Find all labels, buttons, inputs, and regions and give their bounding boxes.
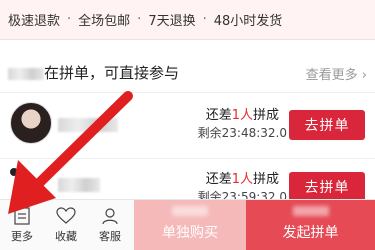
more-label: 更多 [11, 229, 33, 243]
favorite-label: 收藏 [55, 229, 77, 243]
blurred-price [172, 206, 208, 216]
avatar [10, 102, 52, 144]
group-section-title-text: 在拼单，可直接参与 [44, 64, 180, 82]
need-count: 1人 [231, 108, 253, 123]
group-section-header: 在拼单，可直接参与 查看更多 › [0, 54, 375, 90]
remaining-time: 23:48:32.0 [221, 126, 287, 140]
blurred-price [292, 206, 329, 216]
avatar [10, 168, 18, 176]
solo-buy-button[interactable]: 单独购买 [134, 200, 246, 250]
need-prefix: 还差 [205, 108, 232, 123]
promo-separator: · [202, 12, 207, 27]
remaining-label: 剩余 [197, 126, 222, 140]
service-label: 客服 [99, 229, 121, 243]
blurred-count [8, 67, 44, 80]
see-more-link[interactable]: 查看更多 › [306, 64, 367, 83]
promo-separator: · [67, 12, 72, 27]
promo-bar: 极速退款 · 全场包邮 · 7天退换 · 48小时发货 [0, 0, 375, 40]
blurred-username [58, 178, 100, 192]
service-tab[interactable]: 客服 [88, 200, 132, 250]
join-group-button[interactable]: 去拼单 [289, 172, 365, 202]
group-need-text: 还差1人拼成 [206, 104, 279, 123]
group-need-text: 还差1人拼成 [206, 168, 279, 187]
favorite-tab[interactable]: 收藏 [44, 200, 88, 250]
solo-buy-label: 单独购买 [162, 225, 218, 241]
group-section-title: 在拼单，可直接参与 [8, 62, 179, 83]
bottom-action-bar: 更多 收藏 客服 单独购买 发起拼单 [0, 199, 375, 250]
promo-item-shipping-time: 48小时发货 [213, 14, 283, 29]
start-group-label: 发起拼单 [282, 225, 339, 241]
need-count: 1人 [231, 172, 253, 187]
group-remaining-time: 剩余23:48:32.0 [198, 124, 287, 141]
promo-item-free-shipping: 全场包邮 [78, 14, 131, 29]
promo-item-refund: 极速退款 [8, 14, 61, 29]
menu-icon [14, 206, 30, 225]
see-more-label: 查看更多 [305, 68, 358, 83]
need-prefix: 还差 [205, 172, 232, 187]
blurred-username [58, 118, 118, 132]
group-row: 还差1人拼成 剩余23:48:32.0 去拼单 [0, 98, 375, 158]
heart-icon [56, 206, 76, 224]
need-suffix: 拼成 [252, 108, 279, 123]
need-suffix: 拼成 [252, 172, 279, 187]
chevron-right-icon: › [361, 68, 367, 83]
divider [0, 158, 375, 159]
person-icon [102, 207, 118, 224]
join-group-button[interactable]: 去拼单 [289, 110, 365, 140]
promo-item-returns: 7天退换 [148, 14, 196, 29]
start-group-button[interactable]: 发起拼单 [246, 200, 375, 250]
promo-separator: · [137, 12, 142, 27]
more-tab[interactable]: 更多 [0, 200, 44, 250]
divider [0, 92, 375, 93]
